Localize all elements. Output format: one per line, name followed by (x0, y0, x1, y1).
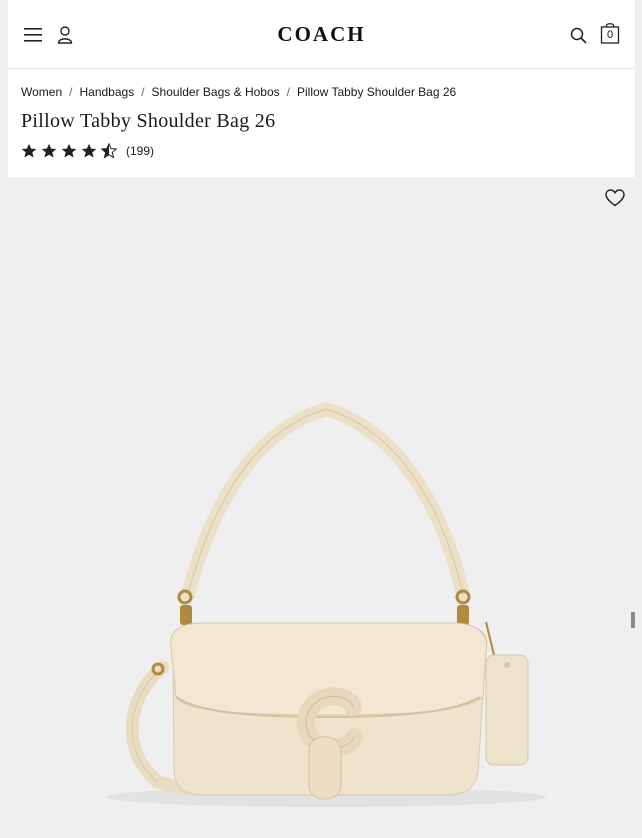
breadcrumb-separator: / (141, 85, 145, 99)
star-half-icon (101, 143, 117, 159)
shopping-bag-button[interactable]: 0 (599, 22, 621, 46)
heart-icon (605, 189, 625, 207)
breadcrumb: Women / Handbags / Shoulder Bags & Hobos / Pil… (21, 85, 456, 99)
breadcrumb-separator: / (69, 85, 73, 99)
scrollbar-handle[interactable] (631, 612, 635, 628)
breadcrumb-link-handbags[interactable]: Handbags (79, 85, 134, 99)
breadcrumb-link-shoulder-bags[interactable]: Shoulder Bags & Hobos (152, 85, 280, 99)
review-count[interactable]: (199) (126, 144, 154, 158)
product-rating[interactable]: (199) (21, 143, 154, 159)
breadcrumb-link-women[interactable]: Women (21, 85, 62, 99)
product-image[interactable] (8, 177, 635, 838)
search-button[interactable] (567, 24, 589, 46)
coach-logo[interactable]: COACH (8, 22, 635, 47)
star-icon (41, 143, 57, 158)
breadcrumb-current[interactable]: Pillow Tabby Shoulder Bag 26 (297, 85, 456, 99)
product-info: Women / Handbags / Shoulder Bags & Hobos / Pil… (8, 69, 635, 177)
breadcrumb-separator: / (286, 85, 290, 99)
page: COACH 0 Women / Handbags / Shoulder Bags & H… (8, 0, 635, 838)
star-icon (21, 143, 37, 158)
site-header: COACH 0 (8, 0, 635, 69)
product-image-area (8, 177, 635, 838)
search-icon (570, 27, 587, 44)
wishlist-button[interactable] (604, 187, 626, 209)
product-title: Pillow Tabby Shoulder Bag 26 (21, 110, 276, 132)
bag-count: 0 (606, 29, 614, 41)
star-icon (81, 143, 97, 158)
star-icon (61, 143, 77, 158)
